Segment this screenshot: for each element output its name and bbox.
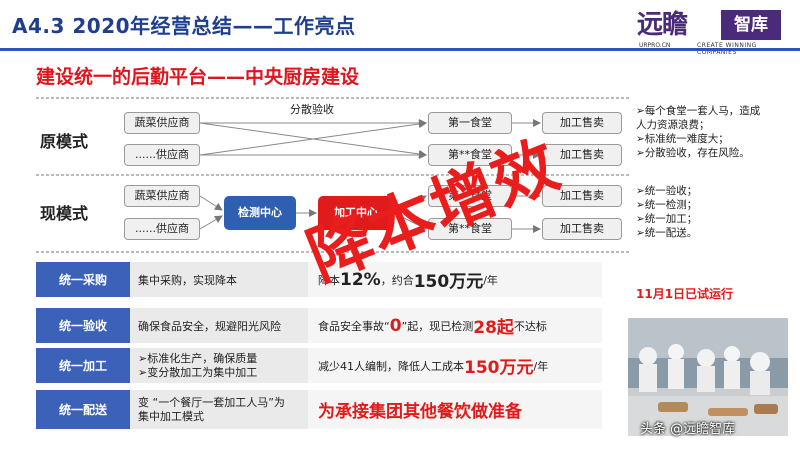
old-bullet: 人力资源浪费； — [636, 119, 710, 131]
table-row: 统一配送 变 “一个餐厅一套加工人马”为 集中加工模式 为承接集团其他餐饮做准备 — [36, 390, 602, 430]
row-result: 食品安全事故“ 0 ”起，现已检测 28起 不达标 — [308, 308, 602, 344]
new-mode-bullets: ➢统一验收； ➢统一检测； ➢统一加工； ➢统一配送。 — [636, 184, 697, 240]
old-bullet: ➢分散验收，存在风险。 — [636, 147, 750, 159]
row-description: ➢标准化生产，确保质量 ➢变分散加工为集中加工 — [130, 348, 308, 384]
new-bullet: ➢统一检测； — [636, 199, 698, 211]
row-description: 确保食品安全，规避阳光风险 — [130, 308, 308, 344]
old-bullet: ➢每个食堂一套人马，造成 — [636, 105, 761, 117]
row-description: 变 “一个餐厅一套加工人马”为 集中加工模式 — [130, 390, 308, 430]
new-veg-supplier: 蔬菜供应商 — [124, 185, 200, 207]
arrow-veg-to-test — [199, 195, 223, 211]
distributed-acceptance-label: 分散验收 — [290, 103, 334, 116]
watermark: 头条 @远瞻智库 — [640, 422, 736, 437]
new-sale-2: 加工售卖 — [542, 218, 622, 240]
row-label: 统一加工 — [36, 348, 130, 384]
old-bullet: ➢标准统一难度大； — [636, 133, 729, 145]
test-center-box: 检测中心 — [224, 196, 296, 230]
row-result: 减少41人编制，降低人工成本 150万元/年 — [308, 348, 602, 384]
arrow-other-to-test — [199, 215, 223, 230]
new-bullet: ➢统一加工； — [636, 213, 698, 225]
new-other-supplier: ......供应商 — [124, 218, 200, 240]
row-description: 集中采购，实现降本 — [130, 262, 308, 298]
row-label: 统一采购 — [36, 262, 130, 298]
row-label: 统一验收 — [36, 308, 130, 344]
old-sale-1: 加工售卖 — [542, 112, 622, 134]
row-label: 统一配送 — [36, 390, 130, 430]
new-bullet: ➢统一验收； — [636, 185, 698, 197]
old-veg-supplier: 蔬菜供应商 — [124, 112, 200, 134]
new-mode-label: 现模式 — [40, 204, 89, 223]
old-mode-label: 原模式 — [40, 132, 89, 151]
old-mode-bullets: ➢每个食堂一套人马，造成 人力资源浪费； ➢标准统一难度大； ➢分散验收，存在风… — [636, 104, 760, 160]
trial-run-note: 11月1日已试运行 — [636, 287, 734, 301]
table-row: 统一加工 ➢标准化生产，确保质量 ➢变分散加工为集中加工 减少41人编制，降低人工… — [36, 348, 602, 384]
old-other-supplier: ......供应商 — [124, 144, 200, 166]
row-result: 为承接集团其他餐饮做准备 — [308, 390, 602, 430]
new-bullet: ➢统一配送。 — [636, 227, 698, 239]
table-row: 统一验收 确保食品安全，规避阳光风险 食品安全事故“ 0 ”起，现已检测 28起 不达标 — [36, 308, 602, 344]
